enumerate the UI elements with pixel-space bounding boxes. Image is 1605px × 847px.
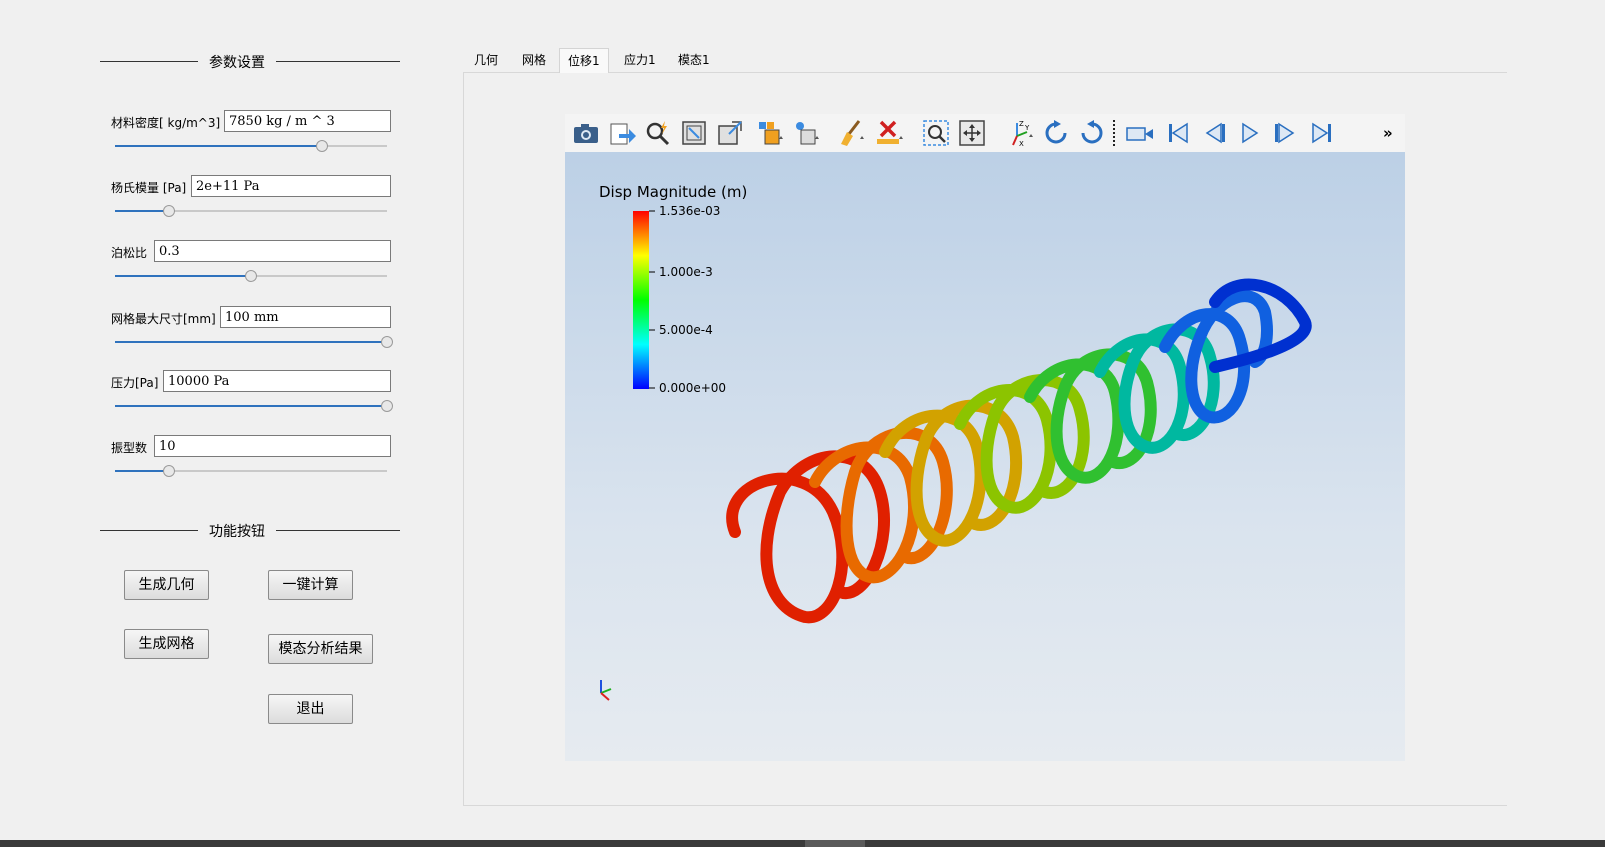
tab-modal[interactable]: 模态1 bbox=[670, 48, 718, 72]
reset-view-icon[interactable] bbox=[679, 118, 709, 148]
slider-handle[interactable] bbox=[245, 270, 257, 282]
youngs-modulus-input[interactable]: 2e+11 Pa bbox=[191, 175, 391, 197]
tab-displacement[interactable]: 位移1 bbox=[559, 48, 609, 73]
svg-text:Y: Y bbox=[1024, 124, 1030, 132]
slider-handle[interactable] bbox=[381, 336, 393, 348]
params-title: 参数设置 bbox=[209, 55, 265, 71]
bottom-bar bbox=[0, 840, 1605, 847]
rotate-ccw-icon[interactable] bbox=[1077, 118, 1107, 148]
mode-count-slider[interactable] bbox=[115, 465, 387, 477]
rotate-cw-icon[interactable] bbox=[1041, 118, 1071, 148]
legend-tick-max: 1.536e-03 bbox=[659, 204, 720, 218]
spring-coils bbox=[726, 278, 1312, 624]
pressure-slider[interactable] bbox=[115, 400, 393, 412]
density-input[interactable]: 7850 kg / m ^ 3 bbox=[224, 110, 391, 132]
youngs-modulus-slider[interactable] bbox=[115, 205, 387, 217]
youngs-modulus-label: 杨氏模量 [Pa] bbox=[111, 181, 187, 195]
poisson-ratio-input[interactable]: 0.3 bbox=[154, 240, 391, 262]
generate-mesh-button[interactable]: 生成网格 bbox=[124, 629, 209, 659]
mesh-size-label: 网格最大尺寸[mm] bbox=[111, 312, 216, 326]
prev-frame-icon[interactable] bbox=[1199, 118, 1229, 148]
next-frame-icon[interactable] bbox=[1271, 118, 1301, 148]
spring-render: Disp Magnitude (m) 1.536e-03 1.000e-3 5.… bbox=[599, 183, 1312, 701]
legend-tick-min: 0.000e+00 bbox=[659, 381, 726, 395]
slider-handle[interactable] bbox=[163, 205, 176, 217]
exit-button[interactable]: 退出 bbox=[268, 694, 353, 724]
params-group-title: 参数设置 bbox=[100, 51, 400, 71]
functions-title: 功能按钮 bbox=[209, 524, 265, 540]
viewer-toolbar: ZYX » bbox=[565, 114, 1405, 152]
functions-group-title: 功能按钮 bbox=[100, 520, 400, 540]
pressure-label: 压力[Pa] bbox=[111, 376, 159, 390]
slider-handle[interactable] bbox=[381, 400, 393, 412]
video-camera-icon[interactable] bbox=[1125, 118, 1155, 148]
density-slider[interactable] bbox=[115, 140, 387, 152]
axes-orientation-icon[interactable]: ZYX bbox=[1005, 118, 1035, 148]
slider-handle[interactable] bbox=[163, 465, 176, 477]
legend-tick-2: 5.000e-4 bbox=[659, 323, 713, 337]
select-points-icon[interactable] bbox=[791, 118, 821, 148]
divider-line bbox=[276, 530, 400, 531]
toolbar-separator bbox=[1113, 120, 1116, 146]
legend-title: Disp Magnitude (m) bbox=[599, 183, 747, 201]
divider-line bbox=[100, 530, 198, 531]
query-icon[interactable] bbox=[643, 118, 673, 148]
poisson-ratio-slider[interactable] bbox=[115, 270, 387, 282]
brush-icon[interactable] bbox=[835, 118, 865, 148]
tab-stress[interactable]: 应力1 bbox=[616, 48, 664, 72]
colorbar bbox=[633, 211, 649, 389]
mode-count-label: 振型数 bbox=[111, 441, 148, 455]
toolbar-overflow-button[interactable]: » bbox=[1383, 124, 1393, 142]
divider-line bbox=[100, 61, 198, 62]
export-icon[interactable] bbox=[607, 118, 637, 148]
last-frame-icon[interactable] bbox=[1307, 118, 1337, 148]
svg-text:X: X bbox=[1019, 140, 1024, 148]
slider-handle[interactable] bbox=[315, 140, 328, 152]
mesh-size-input[interactable]: 100 mm bbox=[220, 306, 391, 328]
render-viewport[interactable]: Disp Magnitude (m) 1.536e-03 1.000e-3 5.… bbox=[565, 152, 1405, 761]
zoom-box-icon[interactable] bbox=[921, 118, 951, 148]
first-frame-icon[interactable] bbox=[1163, 118, 1193, 148]
select-cells-icon[interactable] bbox=[755, 118, 785, 148]
camera-icon[interactable] bbox=[571, 118, 601, 148]
svg-text:Z: Z bbox=[1019, 120, 1024, 128]
orientation-axes-icon bbox=[600, 680, 612, 701]
pan-icon[interactable] bbox=[957, 118, 987, 148]
mesh-size-slider[interactable] bbox=[115, 336, 393, 348]
pressure-input[interactable]: 10000 Pa bbox=[163, 370, 391, 392]
tab-geometry[interactable]: 几何 bbox=[466, 48, 506, 72]
density-label: 材料密度[ kg/m^3] bbox=[111, 116, 221, 130]
divider-line bbox=[276, 61, 400, 62]
mode-count-input[interactable]: 10 bbox=[154, 435, 391, 457]
generate-geometry-button[interactable]: 生成几何 bbox=[124, 570, 209, 600]
poisson-ratio-label: 泊松比 bbox=[111, 246, 148, 260]
modal-results-button[interactable]: 模态分析结果 bbox=[268, 634, 373, 664]
clear-selection-icon[interactable] bbox=[873, 118, 903, 148]
tab-mesh[interactable]: 网格 bbox=[514, 48, 554, 72]
play-icon[interactable] bbox=[1235, 118, 1265, 148]
legend-tick-1: 1.000e-3 bbox=[659, 265, 713, 279]
one-click-compute-button[interactable]: 一键计算 bbox=[268, 570, 353, 600]
zoom-extent-icon[interactable] bbox=[715, 118, 745, 148]
